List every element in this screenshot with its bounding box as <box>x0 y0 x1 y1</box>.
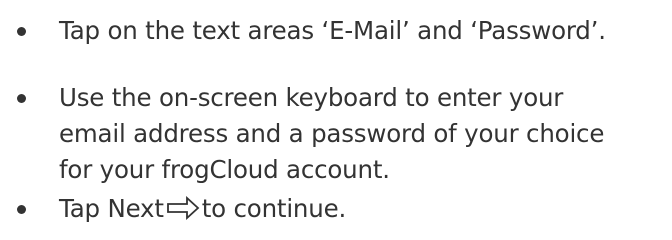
step-1-text: Tap on the text areas ‘E-Mail’ and ‘Pass… <box>59 13 669 49</box>
step-2-line-1: Use the on-screen keyboard to enter your <box>59 83 564 112</box>
bullet <box>17 205 26 214</box>
next-arrow-icon <box>166 196 200 220</box>
step-2-line-2: email address and a password of your cho… <box>59 119 605 148</box>
step-2-text: Use the on-screen keyboard to enter your… <box>59 80 669 188</box>
bullet <box>17 27 26 36</box>
step-2-line-3: for your frogCloud account. <box>59 155 390 184</box>
step-3-text-after-icon: to continue. <box>201 194 347 223</box>
step-1-line-1: Tap on the text areas ‘E-Mail’ and ‘Pass… <box>59 16 606 45</box>
bullet <box>17 94 26 103</box>
step-3-text-before-icon: Tap Next <box>59 194 164 223</box>
step-3-text: Tap Next to continue. <box>59 191 669 227</box>
